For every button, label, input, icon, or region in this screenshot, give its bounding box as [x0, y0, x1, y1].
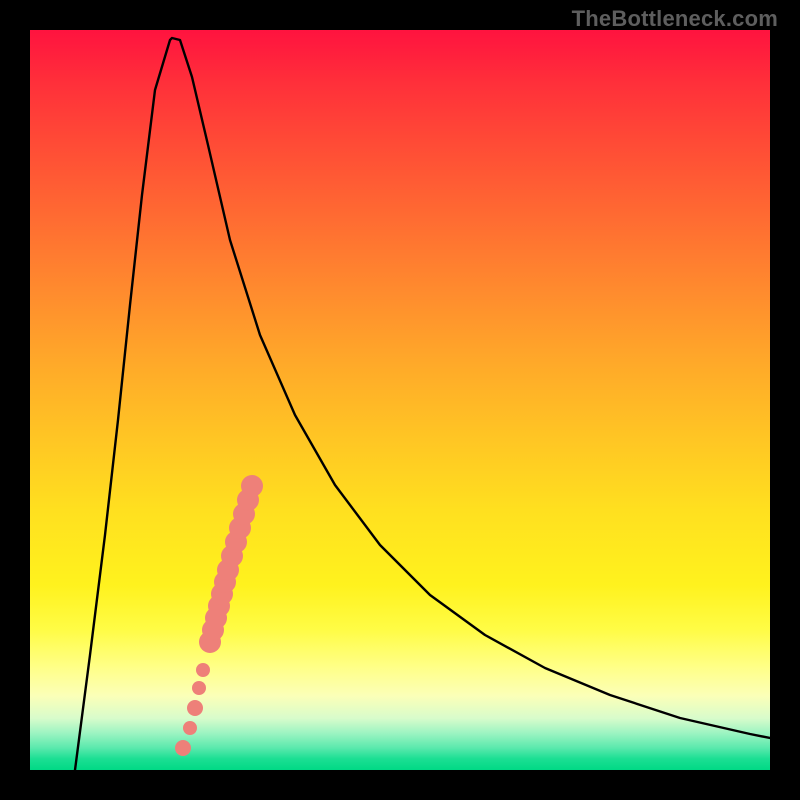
chart-frame: TheBottleneck.com — [0, 0, 800, 800]
data-point — [241, 475, 263, 497]
chart-svg — [30, 30, 770, 770]
data-point — [187, 700, 203, 716]
data-point — [192, 681, 206, 695]
data-point — [175, 740, 191, 756]
bottleneck-curve — [75, 38, 770, 770]
data-point — [196, 663, 210, 677]
data-point — [183, 721, 197, 735]
watermark-text: TheBottleneck.com — [572, 6, 778, 32]
data-markers — [175, 475, 263, 756]
plot-area — [30, 30, 770, 770]
